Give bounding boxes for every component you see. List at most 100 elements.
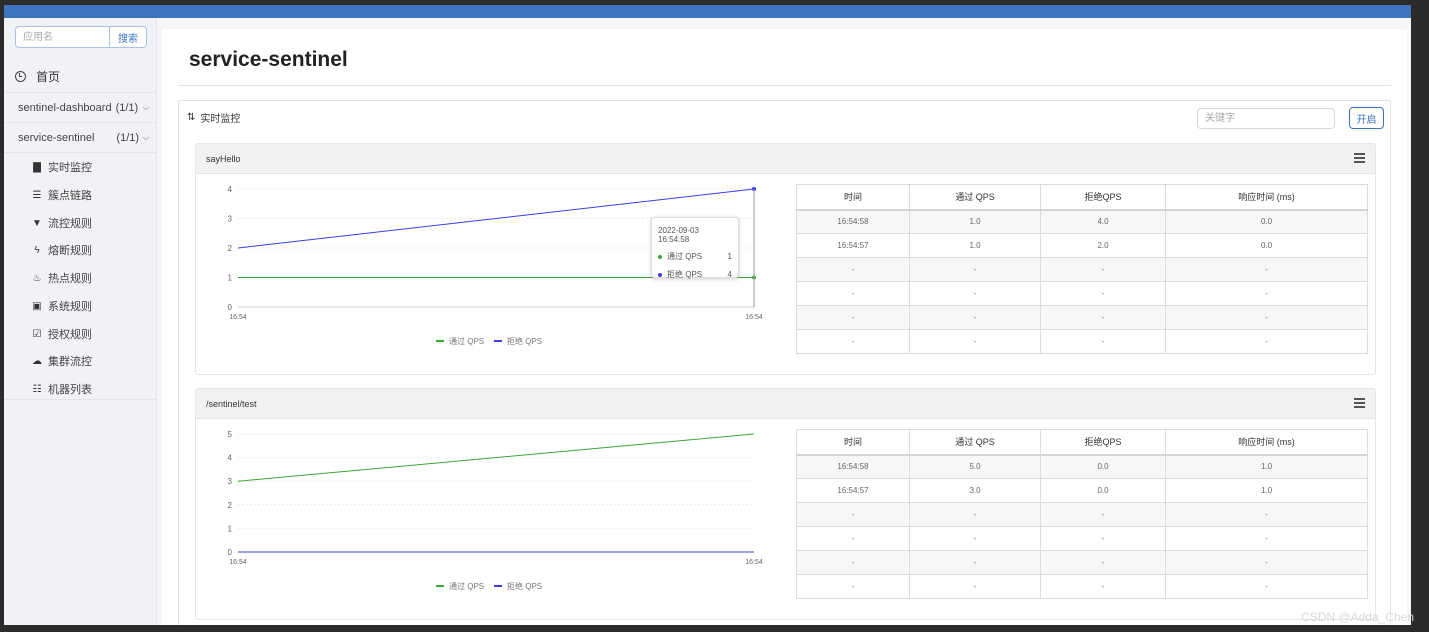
sidebar-item-label: 授权规则 [48, 329, 92, 341]
table-cell: - [1040, 502, 1166, 527]
sidebar-item-degrade-rules[interactable]: ϟ 熔断规则 [4, 236, 157, 264]
y-tick-label: 0 [228, 303, 233, 312]
tooltip-value: 1 [727, 252, 732, 261]
keyword-search-input[interactable] [1197, 108, 1335, 129]
app-search: 搜索 [15, 26, 147, 48]
sidebar-app-service-sentinel[interactable]: service-sentinel (1/1) ⌵ [4, 123, 157, 153]
bar-chart-icon: ▇ [33, 161, 41, 173]
table-cell: - [909, 550, 1041, 575]
table-cell: 0.0 [1165, 209, 1368, 234]
tooltip-time: 2022-09-03 16:54:58 [658, 226, 699, 244]
table-cell: - [909, 305, 1041, 330]
y-tick-label: 0 [228, 548, 233, 557]
table-cell: - [796, 526, 910, 551]
table-cell: - [1165, 502, 1368, 527]
table-cell: - [1165, 281, 1368, 306]
table-cell: 3.0 [909, 478, 1041, 503]
tooltip-row-block: 拒绝 QPS 4 [658, 269, 732, 280]
app-count: (1/1) [116, 131, 140, 144]
table-row: 16:54:58 1.0 4.0 0.0 [796, 209, 1368, 234]
sidebar-item-flow-rules[interactable]: ▼ 流控规则 [4, 209, 157, 237]
sidebar-item-hotspot-rules[interactable]: ♨ 热点规则 [4, 264, 157, 292]
y-tick-label: 1 [228, 524, 233, 533]
y-tick-label: 4 [228, 454, 233, 463]
col-pass-qps: 通过 QPS [909, 184, 1041, 211]
table-cell: - [1040, 305, 1166, 330]
app-search-button[interactable]: 搜索 [109, 26, 147, 48]
sidebar-item-cluster-flow[interactable]: ☁ 集群流控 [4, 347, 157, 375]
table-row: 16:54:58 5.0 0.0 1.0 [796, 454, 1368, 479]
main-content: service-sentinel ⇅ 实时监控 开启 sayHello 0 1 2 3… [162, 29, 1407, 625]
col-rt: 响应时间 (ms) [1165, 184, 1368, 211]
table-cell: - [796, 550, 910, 575]
sidebar-item-cluster-point[interactable]: ☰ 簇点链路 [4, 181, 157, 209]
table-cell: - [1165, 526, 1368, 551]
col-time: 时间 [796, 184, 910, 211]
sidebar-app-sentinel-dashboard[interactable]: sentinel-dashboard (1/1) ⌵ [4, 93, 157, 123]
sidebar-item-label: 流控规则 [48, 218, 92, 230]
table-cell: - [796, 305, 910, 330]
resource-name: sayHello [206, 154, 241, 164]
chevron-down-icon: ⌵ [142, 103, 149, 112]
app-search-input[interactable] [15, 26, 110, 48]
sidebar-item-system-rules[interactable]: ▣ 系统规则 [4, 292, 157, 320]
y-tick-label: 2 [228, 501, 233, 510]
table-cell: - [796, 502, 910, 527]
col-rt: 响应时间 (ms) [1165, 429, 1368, 456]
block-dot-icon [658, 272, 662, 277]
resource-card-header: /sentinel/test [196, 389, 1375, 419]
y-tick-label: 1 [228, 274, 233, 283]
sidebar-item-label: 集群流控 [48, 356, 92, 368]
y-tick-label: 3 [228, 215, 233, 224]
table-cell: 16:54:57 [796, 233, 910, 258]
table-row: 16:54:57 3.0 0.0 1.0 [796, 478, 1368, 503]
th-list-icon: ☷ [32, 383, 42, 395]
table-cell: 0.0 [1040, 454, 1166, 479]
qps-line-chart: 0 1 2 3 4 5 16:54 16:54 通过 QPS 拒绝 QPS [228, 430, 763, 591]
y-tick-label: 5 [228, 430, 233, 439]
table-cell: 16:54:58 [796, 209, 910, 234]
y-tick-label: 4 [228, 185, 233, 194]
toggle-monitor-button[interactable]: 开启 [1349, 107, 1384, 129]
sidebar-item-realtime-monitor[interactable]: ▇ 实时监控 [4, 153, 157, 181]
legend-label: 拒绝 QPS [507, 336, 542, 346]
pass-dot-icon [658, 254, 662, 259]
sidebar-divider [4, 399, 157, 400]
table-cell: - [909, 526, 1041, 551]
legend-label: 通过 QPS [449, 581, 484, 591]
table-cell: - [909, 329, 1041, 354]
filter-icon: ▼ [32, 217, 42, 229]
legend-label: 拒绝 QPS [507, 581, 542, 591]
tooltip-label: 通过 QPS [667, 252, 703, 261]
col-pass-qps: 通过 QPS [909, 429, 1041, 456]
table-cell: 1.0 [1165, 478, 1368, 503]
chevron-down-icon: ⌵ [142, 133, 149, 142]
table-cell: - [796, 574, 910, 599]
col-block-qps: 拒绝QPS [1040, 429, 1166, 456]
table-cell: 4.0 [1040, 209, 1166, 234]
dashboard-icon [15, 70, 26, 82]
legend-label: 通过 QPS [449, 336, 484, 346]
table-cell: - [1040, 281, 1166, 306]
table-cell: - [1165, 305, 1368, 330]
hamburger-menu-icon[interactable] [1354, 153, 1365, 163]
tooltip-row-pass: 通过 QPS 1 [658, 251, 732, 262]
sidebar-item-home[interactable]: 首页 [4, 60, 157, 93]
sidebar-item-label: 熔断规则 [48, 245, 92, 257]
table-row: ---- [796, 329, 1368, 354]
monitor-panel-header: ⇅ 实时监控 [187, 110, 240, 125]
table-cell: - [1040, 550, 1166, 575]
sidebar-item-auth-rules[interactable]: ☑ 授权规则 [4, 320, 157, 348]
sidebar-item-label: 热点规则 [48, 273, 92, 285]
table-cell: 16:54:57 [796, 478, 910, 503]
table-cell: - [1040, 574, 1166, 599]
sidebar-item-label: 系统规则 [48, 301, 92, 313]
app-frame: 搜索 首页 sentinel-dashboard (1/1) ⌵ service… [4, 5, 1411, 625]
table-cell: - [1040, 526, 1166, 551]
app-count: (1/1) [115, 101, 139, 114]
table-cell: - [796, 257, 910, 282]
y-tick-label: 3 [228, 477, 233, 486]
table-row: ---- [796, 281, 1368, 306]
hamburger-menu-icon[interactable] [1354, 398, 1365, 408]
watermark: CSDN @Adda_Chen [1301, 610, 1414, 624]
